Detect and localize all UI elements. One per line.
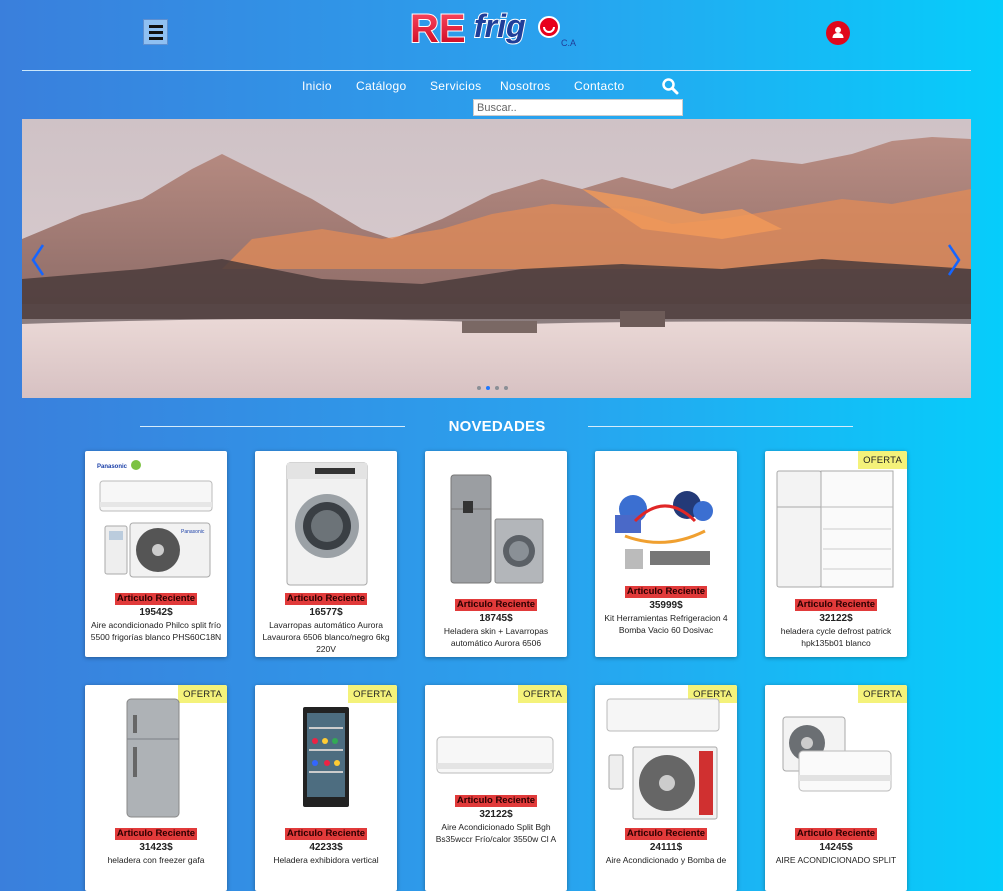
product-name[interactable]: Lavarropas automático Aurora Lavaurora 6… [259, 619, 393, 655]
carousel-dot[interactable] [504, 386, 508, 390]
hero-carousel [22, 119, 971, 398]
svg-text:RE: RE [410, 7, 466, 51]
product-card[interactable]: OFERTA Articulo Reciente 32122$ heladera… [765, 451, 907, 657]
product-price: 16577$ [309, 607, 343, 618]
search-icon[interactable] [661, 77, 679, 95]
product-price: 35999$ [649, 600, 683, 611]
product-info: Articulo Reciente 18745$ Heladera skin +… [429, 594, 563, 649]
recent-badge: Articulo Reciente [794, 599, 878, 611]
product-image [436, 736, 554, 774]
nav-item-contacto[interactable]: Contacto [574, 79, 624, 93]
offer-badge: OFERTA [348, 685, 397, 703]
product-name[interactable]: Kit Herramientas Refrigeracion 4 Bomba V… [599, 612, 733, 636]
product-price: 31423$ [139, 842, 173, 853]
product-name[interactable]: Aire Acondicionado Split Bgh Bs35wccr Fr… [429, 821, 563, 845]
site-logo[interactable]: RE frig C.A [408, 2, 588, 60]
product-info: Articulo Reciente 32122$ heladera cycle … [769, 594, 903, 649]
product-info: Articulo Reciente 19542$ Aire acondicion… [89, 588, 223, 643]
product-name[interactable]: Aire Acondicionado y Bomba de [599, 854, 733, 866]
product-card[interactable]: OFERTA Articulo Reciente 31423$ heladera… [85, 685, 227, 891]
product-info: Articulo Reciente 14245$ AIRE ACONDICION… [769, 823, 903, 866]
product-name[interactable]: Heladera exhibidora vertical [259, 854, 393, 866]
hamburger-menu-icon[interactable] [143, 19, 168, 45]
recent-badge: Articulo Reciente [114, 593, 198, 605]
product-image [303, 707, 349, 807]
svg-text:frig: frig [474, 8, 526, 44]
product-card[interactable]: OFERTA Articulo Reciente 24111$ Aire Aco… [595, 685, 737, 891]
top-bar: RE frig C.A [0, 0, 1003, 70]
product-image [606, 698, 720, 820]
offer-badge: OFERTA [518, 685, 567, 703]
chevron-right-icon[interactable] [946, 243, 962, 277]
product-card[interactable]: Articulo Reciente 35999$ Kit Herramienta… [595, 451, 737, 657]
product-price: 24111$ [649, 842, 683, 853]
svg-text:Panasonic: Panasonic [181, 529, 205, 535]
recent-badge: Articulo Reciente [284, 828, 368, 840]
product-price: 42233$ [309, 842, 343, 853]
product-info: Articulo Reciente 42233$ Heladera exhibi… [259, 823, 393, 866]
nav-item-nosotros[interactable]: Nosotros [500, 79, 550, 93]
section-title: NOVEDADES [448, 418, 546, 435]
product-card[interactable]: OFERTA Articulo Reciente 42233$ Heladera… [255, 685, 397, 891]
svg-text:C.A: C.A [561, 38, 576, 48]
section-divider-right [588, 426, 853, 427]
recent-badge: Articulo Reciente [794, 828, 878, 840]
hero-slide-image [22, 119, 971, 398]
product-image [450, 474, 544, 584]
section-divider-left [140, 426, 405, 427]
product-image [782, 716, 892, 792]
product-name[interactable]: heladera cycle defrost patrick hpk135b01… [769, 625, 903, 649]
product-info: Articulo Reciente 16577$ Lavarropas auto… [259, 588, 393, 655]
header-divider [22, 70, 971, 71]
product-card[interactable]: OFERTA Articulo Reciente 14245$ AIRE ACO… [765, 685, 907, 891]
product-card[interactable]: Articulo Reciente 18745$ Heladera skin +… [425, 451, 567, 657]
recent-badge: Articulo Reciente [454, 795, 538, 807]
carousel-indicators [477, 386, 508, 390]
recent-badge: Articulo Reciente [624, 586, 708, 598]
product-price: 18745$ [479, 613, 513, 624]
product-info: Articulo Reciente 24111$ Aire Acondicion… [599, 823, 733, 866]
product-price: 32122$ [479, 809, 513, 820]
nav-item-servicios[interactable]: Servicios [430, 79, 481, 93]
product-name[interactable]: Heladera skin + Lavarropas automático Au… [429, 625, 563, 649]
recent-badge: Articulo Reciente [114, 828, 198, 840]
carousel-dot[interactable] [495, 386, 499, 390]
offer-badge: OFERTA [858, 451, 907, 469]
product-card[interactable]: OFERTA Articulo Reciente 32122$ Aire Aco… [425, 685, 567, 891]
recent-badge: Articulo Reciente [454, 599, 538, 611]
product-image [615, 491, 713, 569]
product-price: 14245$ [819, 842, 853, 853]
product-name[interactable]: AIRE ACONDICIONADO SPLIT [769, 854, 903, 866]
product-price: 32122$ [819, 613, 853, 624]
product-info: Articulo Reciente 35999$ Kit Herramienta… [599, 581, 733, 636]
product-card[interactable]: Panasonic Panasonic Articulo Reciente 19… [85, 451, 227, 657]
carousel-dot-active[interactable] [486, 386, 490, 390]
product-name[interactable]: heladera con freezer gafa [89, 854, 223, 866]
product-info: Articulo Reciente 32122$ Aire Acondicion… [429, 790, 563, 845]
offer-badge: OFERTA [858, 685, 907, 703]
product-name[interactable]: Aire acondicionado Philco split frío 550… [89, 619, 223, 643]
search-input[interactable] [473, 99, 683, 116]
product-info: Articulo Reciente 31423$ heladera con fr… [89, 823, 223, 866]
product-image [286, 462, 368, 586]
recent-badge: Articulo Reciente [624, 828, 708, 840]
product-price: 19542$ [139, 607, 173, 618]
product-image [126, 698, 180, 818]
chevron-left-icon[interactable] [30, 243, 46, 277]
user-account-icon[interactable] [826, 21, 850, 45]
carousel-dot[interactable] [477, 386, 481, 390]
svg-text:Panasonic: Panasonic [97, 464, 128, 470]
recent-badge: Articulo Reciente [284, 593, 368, 605]
product-image: Panasonic Panasonic [97, 460, 213, 578]
nav-item-catalogo[interactable]: Catálogo [356, 79, 406, 93]
nav-item-inicio[interactable]: Inicio [302, 79, 332, 93]
product-image [776, 470, 894, 588]
product-card[interactable]: Articulo Reciente 16577$ Lavarropas auto… [255, 451, 397, 657]
